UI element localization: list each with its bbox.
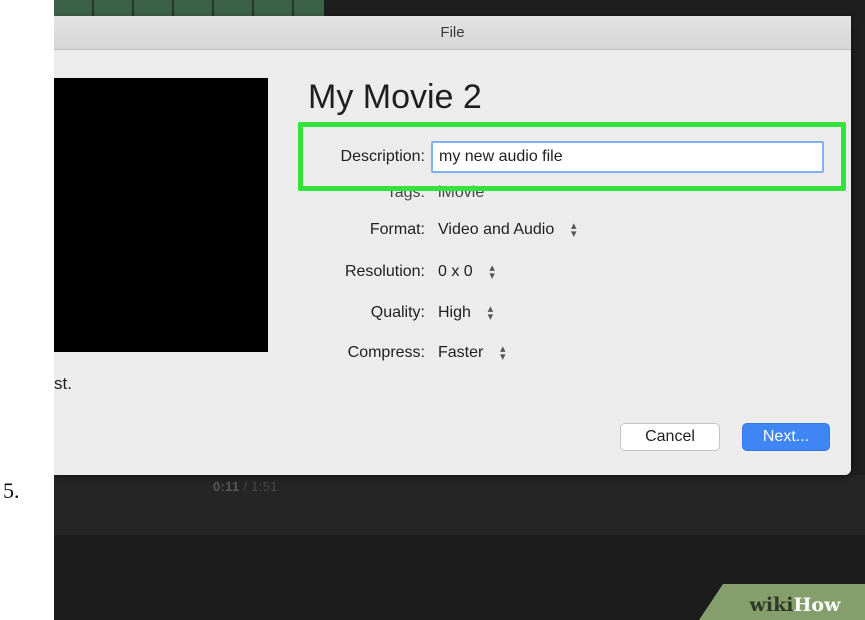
time-separator: / — [243, 479, 248, 494]
next-button[interactable]: Next... — [742, 423, 830, 451]
compress-value: Faster — [438, 344, 484, 361]
updown-chevron-icon: ▴ ▾ — [487, 302, 494, 323]
updown-chevron-icon: ▴ ▾ — [570, 219, 577, 240]
resolution-label: Resolution: — [344, 263, 425, 280]
quality-value: High — [438, 304, 471, 321]
truncated-info-text: st. — [54, 374, 72, 393]
timeline-strip — [54, 0, 324, 16]
format-value: Video and Audio — [438, 221, 555, 238]
wikihow-watermark: wikiHow — [725, 594, 865, 616]
app-screen: 0:11 / 1:51 File st. My Movie 2 Tags: iM… — [54, 0, 865, 620]
watermark-wiki: wiki — [749, 594, 794, 616]
compress-label: Compress: — [347, 344, 425, 361]
movie-preview-thumbnail — [54, 78, 268, 352]
compress-select[interactable]: Faster ▴ ▾ — [438, 342, 508, 363]
cancel-button[interactable]: Cancel — [620, 423, 720, 451]
updown-chevron-icon: ▴ ▾ — [500, 342, 506, 363]
step-number: 5. — [3, 478, 20, 503]
updown-chevron-icon: ▴ ▾ — [489, 261, 495, 282]
sheet-title: File — [440, 24, 465, 41]
playback-timecode: 0:11 / 1:51 — [213, 479, 278, 494]
description-highlight-box — [298, 122, 846, 191]
format-select[interactable]: Video and Audio ▴ ▾ — [438, 219, 579, 240]
watermark-how: How — [793, 594, 841, 616]
movie-title-field[interactable]: My Movie 2 — [308, 78, 482, 117]
export-file-sheet: File st. My Movie 2 Tags: iMovie Descrip… — [54, 16, 851, 475]
quality-select[interactable]: High ▴ ▾ — [438, 302, 495, 323]
page: 5. 0:11 / 1:51 File st. My Movie 2 Tags:… — [0, 0, 865, 620]
format-label: Format: — [369, 221, 425, 238]
quality-label: Quality: — [370, 304, 425, 321]
total-time: 1:51 — [251, 479, 278, 494]
current-time: 0:11 — [213, 479, 240, 494]
resolution-value: 0 x 0 — [438, 263, 473, 280]
resolution-select[interactable]: 0 x 0 ▴ ▾ — [438, 261, 497, 282]
sheet-titlebar: File — [54, 16, 851, 50]
